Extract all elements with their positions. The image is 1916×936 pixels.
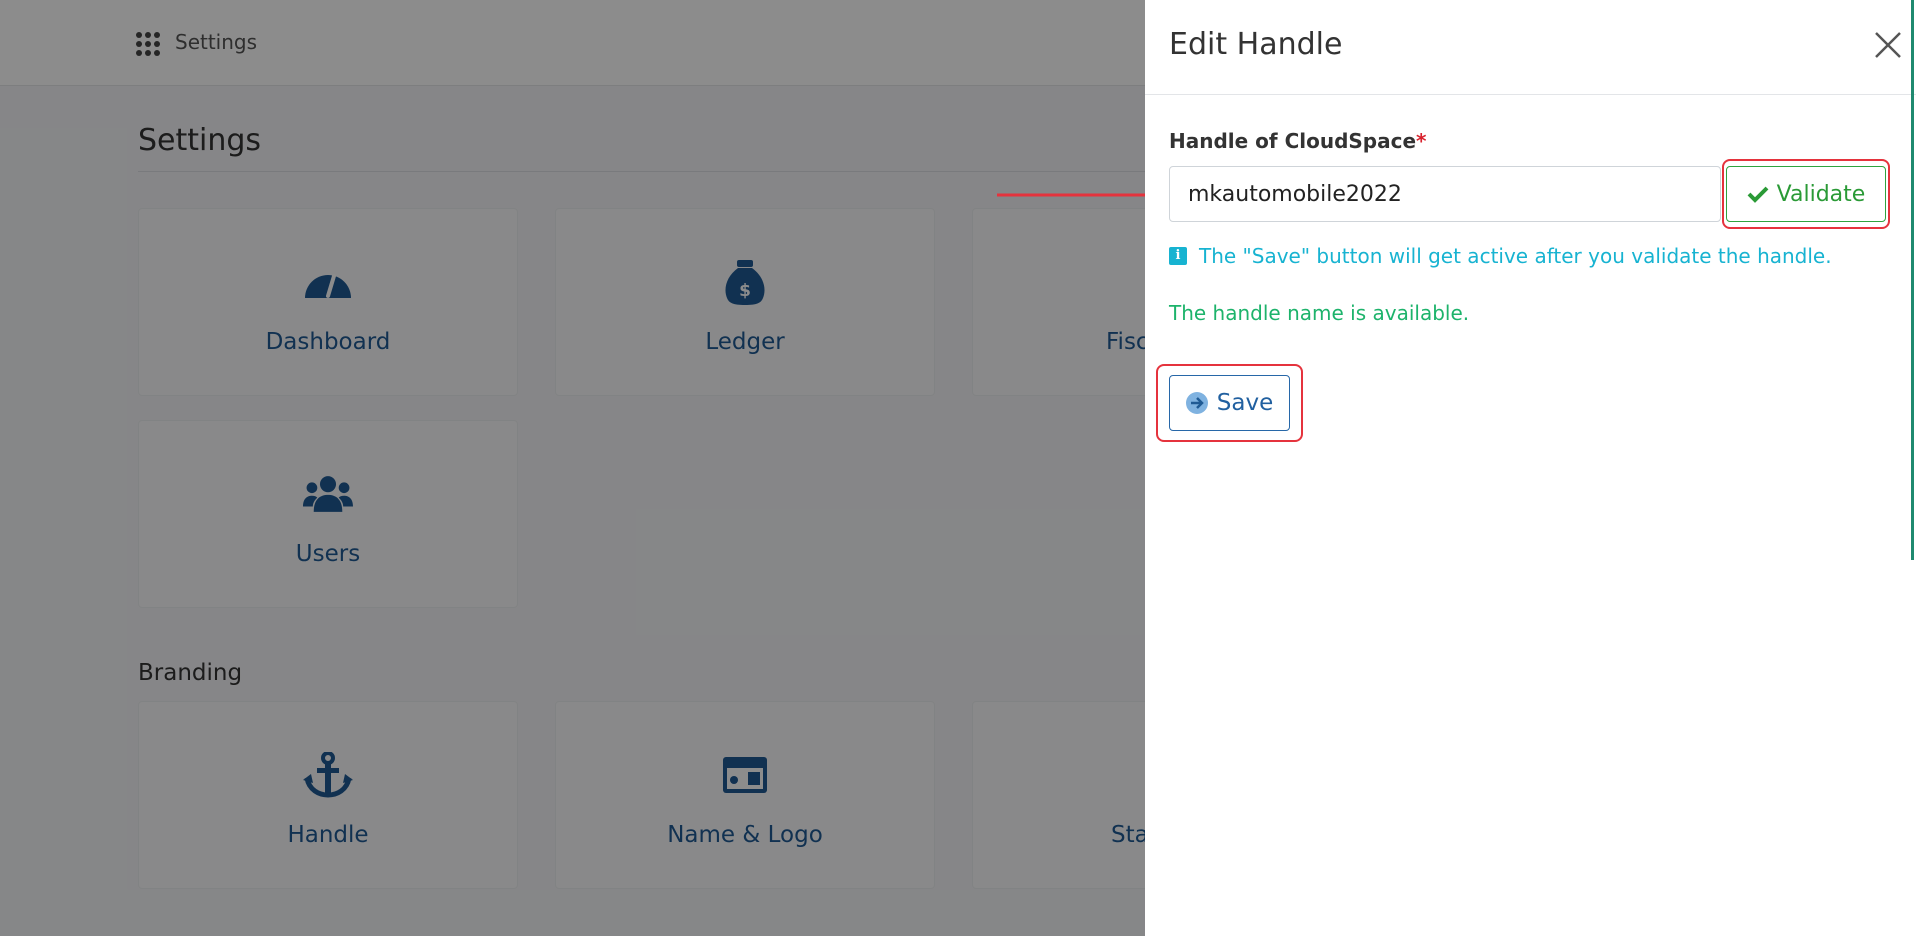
- drawer-header: Edit Handle: [1145, 0, 1916, 95]
- close-icon[interactable]: [1873, 30, 1903, 60]
- validate-button[interactable]: Validate: [1726, 166, 1886, 222]
- info-message: i The "Save" button will get active afte…: [1169, 244, 1832, 268]
- annotation-arrow-icon: [997, 187, 1169, 203]
- handle-field-label: Handle of CloudSpace*: [1169, 129, 1427, 153]
- drawer-title: Edit Handle: [1169, 27, 1343, 62]
- info-icon: i: [1169, 247, 1187, 265]
- save-button[interactable]: Save: [1169, 375, 1290, 431]
- drawer-scrollbar[interactable]: [1911, 0, 1914, 560]
- check-icon: [1747, 186, 1769, 203]
- save-label: Save: [1216, 390, 1274, 416]
- availability-message: The handle name is available.: [1169, 301, 1470, 325]
- required-marker: *: [1416, 129, 1427, 153]
- handle-label-text: Handle of CloudSpace: [1169, 129, 1417, 153]
- modal-backdrop[interactable]: [0, 0, 1145, 936]
- arrow-right-circle-icon: [1185, 392, 1208, 414]
- validate-label: Validate: [1776, 181, 1866, 207]
- edit-handle-drawer: Edit Handle Handle of CloudSpace* Valida…: [1145, 0, 1916, 936]
- handle-input[interactable]: [1169, 166, 1721, 222]
- info-text: The "Save" button will get active after …: [1199, 244, 1832, 268]
